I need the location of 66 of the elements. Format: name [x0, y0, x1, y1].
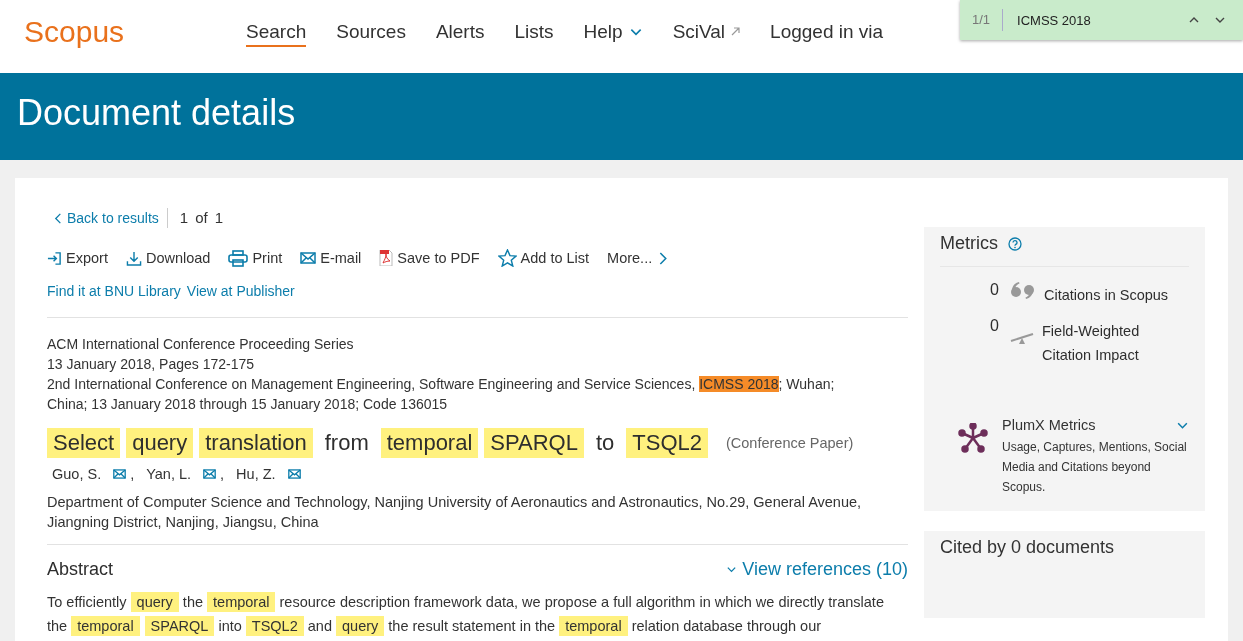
- plumx-icon: [958, 423, 988, 453]
- nav-link[interactable]: Alerts: [435, 20, 485, 47]
- metric-label: Citations in Scopus: [1044, 286, 1170, 305]
- author-name[interactable]: Guo, S.: [52, 466, 102, 482]
- star-icon: [497, 249, 517, 267]
- plumx-description: Usage, Captures, Mentions, Social Media and Citations beyond Scopus.: [1002, 439, 1188, 496]
- comma-text: ,: [220, 466, 225, 482]
- title-word: temporal: [380, 428, 479, 458]
- action-link[interactable]: Save to PDF: [379, 250, 480, 266]
- action-link[interactable]: Download: [125, 250, 211, 266]
- nav-link[interactable]: Logged in via: [770, 20, 884, 47]
- action-link[interactable]: Add to List: [497, 249, 590, 267]
- download-icon: [125, 250, 142, 266]
- comma-text: ,: [130, 466, 135, 482]
- series-text: ACM International Conference Proceeding Series: [47, 335, 355, 354]
- envelope-icon[interactable]: [203, 469, 217, 479]
- abstract-heading: Abstract: [47, 559, 114, 580]
- nav-link[interactable]: Help: [583, 20, 643, 47]
- balance-icon: [1010, 331, 1034, 345]
- back-link[interactable]: Back to results: [53, 210, 159, 226]
- nav-link[interactable]: SciVal: [672, 20, 741, 47]
- document-type: (Conference Paper): [726, 435, 854, 451]
- action-link[interactable]: Print: [228, 249, 283, 267]
- quote-icon: [1010, 281, 1036, 299]
- author-name[interactable]: Yan, L.: [146, 466, 192, 482]
- action-link[interactable]: Export: [47, 250, 108, 266]
- abstract-text: To efficiently query the temporal resource description framework data, we propose a full algorithm in which we directly translate the temporal SPARQL into TSQL2 and query the result statement in the temporal relation database through our: [47, 591, 885, 638]
- metric-count: 0: [990, 317, 1000, 335]
- export-icon: [47, 250, 62, 266]
- date-pages-text: 13 January 2018, Pages 172-175: [47, 355, 256, 374]
- help-icon[interactable]: [1008, 236, 1022, 251]
- view-references-link[interactable]: View references (10): [726, 559, 908, 580]
- metric-count: 0: [990, 281, 1000, 299]
- cited-by-heading: Cited by 0 documents: [940, 537, 1116, 558]
- pdf-icon: [379, 250, 394, 266]
- affiliation-text: Department of Computer Science and Technology, Nanjing University of Aeronautics and Astronautics, No.29, General Avenue, Jiangning District, Nanjing, Jiangsu, China: [47, 493, 863, 532]
- find-query[interactable]: ICMSS 2018: [1017, 12, 1181, 28]
- metrics-heading: Metrics: [940, 233, 998, 254]
- nav-link[interactable]: Sources: [336, 20, 406, 47]
- conference-text: 2nd International Conference on Management Engineering, Software Engineering and Service Sciences, ICMSS 2018; Wuhan; China; 13 January 2018 through 15 January 2018; Code 136015: [47, 375, 836, 414]
- printer-icon: [228, 249, 249, 267]
- author-name[interactable]: Hu, Z.: [236, 466, 276, 482]
- external-link-icon: [731, 27, 741, 36]
- title-word: SPARQL: [484, 428, 584, 458]
- nav-link[interactable]: Search: [246, 20, 307, 47]
- title-word: Select: [47, 428, 121, 458]
- metric-label: Field-Weighted Citation Impact: [1042, 322, 1141, 365]
- chevron-left-icon: [53, 212, 64, 224]
- match-count: 1/1: [960, 9, 1004, 31]
- title-word: translation: [199, 428, 313, 458]
- plumx-link[interactable]: PlumX Metrics: [1002, 417, 1096, 433]
- chevron-down-icon: [726, 564, 738, 575]
- page-title: Document details: [17, 91, 296, 134]
- action-link[interactable]: More...: [607, 250, 670, 266]
- title-word: query: [126, 428, 194, 458]
- library-link[interactable]: Find it at BNU Library: [47, 283, 181, 299]
- envelope-icon[interactable]: [287, 469, 301, 479]
- pager-text: 1 of 1: [166, 208, 224, 228]
- title-word: TSQL2: [626, 428, 708, 458]
- action-link[interactable]: E-mail: [300, 250, 362, 266]
- title-word: from: [323, 429, 370, 457]
- title-word: to: [594, 429, 616, 457]
- nav-link[interactable]: Lists: [514, 20, 554, 47]
- envelope-icon[interactable]: [113, 469, 127, 479]
- envelope-icon: [300, 252, 317, 264]
- library-link[interactable]: View at Publisher: [186, 283, 295, 299]
